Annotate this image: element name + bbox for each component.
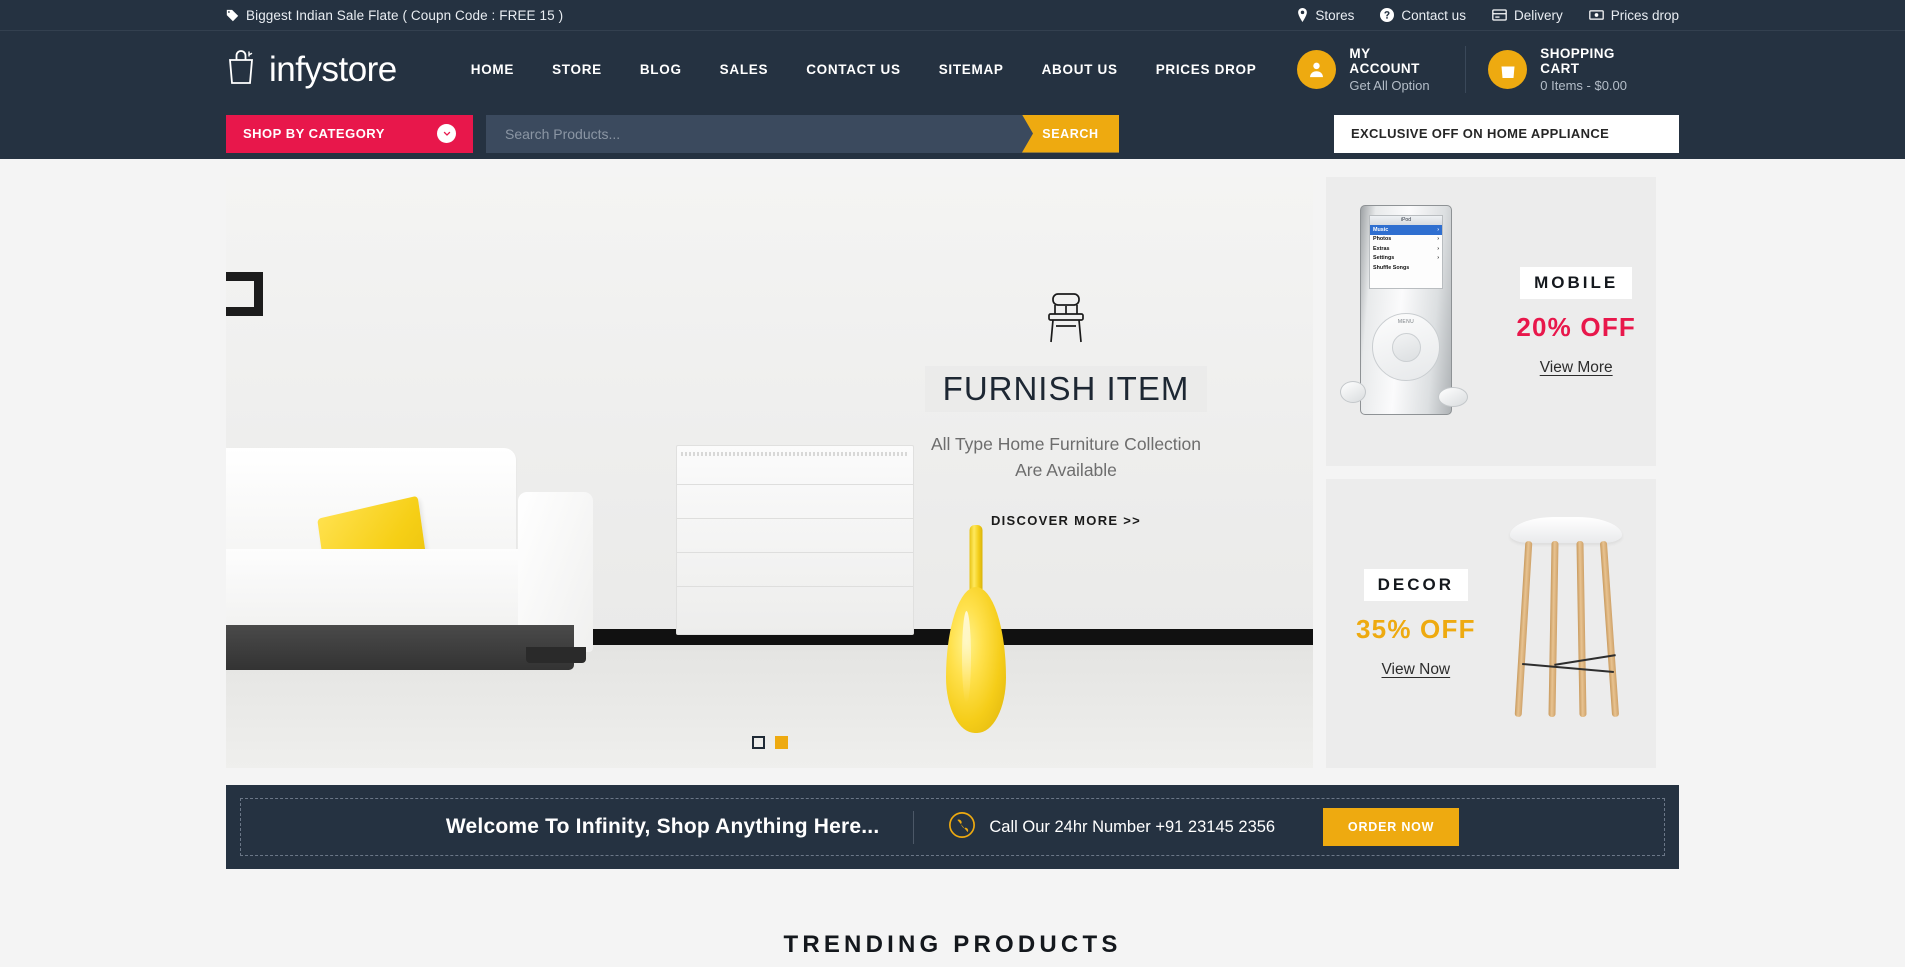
nav-item-sales[interactable]: SALES [701,62,788,77]
truck-card-icon [1492,9,1507,21]
promo-decor-tag: DECOR [1363,568,1469,601]
promo-announcement: Biggest Indian Sale Flate ( Coupn Code :… [226,8,563,23]
site-logo[interactable]: infystore [226,49,397,90]
wall-shelf-decor [226,272,263,316]
shopping-bag-icon [226,49,258,90]
my-account-subtitle: Get All Option [1349,78,1430,93]
search-input[interactable] [486,114,1119,153]
shop-by-category-button[interactable]: SHOP BY CATEGORY [226,114,473,153]
search-field-wrapper: SEARCH [486,114,1119,153]
promo-mobile-link[interactable]: View More [1516,359,1636,377]
nav-item-prices-drop[interactable]: PRICES DROP [1137,62,1276,77]
top-link-label: Contact us [1401,7,1466,23]
promo-card-mobile[interactable]: iPod Music › Photos › Extras › Settings › Sh… [1326,177,1656,466]
yellow-vase [946,525,1006,733]
call-to-action-banner: Welcome To Infinity, Shop Anything Here.… [226,785,1679,869]
slide-subtitle-line2: Are Available [1015,460,1117,481]
top-link-prices-drop[interactable]: Prices drop [1588,7,1679,23]
slider-dot-2[interactable] [774,736,788,749]
main-navigation: HOME STORE BLOG SALES CONTACT US SITEMAP… [452,62,1276,77]
search-button[interactable]: SEARCH [1022,114,1119,153]
slider-dot-1[interactable] [751,736,765,749]
nav-item-store[interactable]: STORE [533,62,621,77]
nav-item-home[interactable]: HOME [452,62,533,77]
exclusive-offer-banner[interactable]: EXCLUSIVE OFF ON HOME APPLIANCE [1334,114,1679,153]
promo-decor-discount: 35% OFF [1356,613,1476,644]
order-now-button[interactable]: ORDER NOW [1323,808,1460,846]
my-account-labels: MY ACCOUNT Get All Option [1349,46,1443,93]
promo-decor-text: DECOR 35% OFF View Now [1356,568,1476,679]
chevron-down-icon [437,124,456,143]
hero-slider[interactable]: FURNISH ITEM All Type Home Furniture Col… [226,177,1313,768]
site-header: infystore HOME STORE BLOG SALES CONTACT … [0,31,1905,108]
promo-cards-column: iPod Music › Photos › Extras › Settings › Sh… [1326,177,1656,768]
hero-section: FURNISH ITEM All Type Home Furniture Col… [226,177,1679,768]
search-bar-row: SHOP BY CATEGORY SEARCH EXCLUSIVE OFF ON… [0,108,1905,159]
top-links-group: Stores Contact us Delivery Prices drop [1297,8,1679,23]
exclusive-offer-text: EXCLUSIVE OFF ON HOME APPLIANCE [1351,126,1610,141]
slider-pagination [226,736,1313,749]
promo-mobile-text: MOBILE 20% OFF View More [1516,266,1636,377]
my-account-title: MY ACCOUNT [1349,46,1420,76]
top-utility-bar: Biggest Indian Sale Flate ( Coupn Code :… [0,0,1905,31]
price-tag-icon [1588,9,1604,21]
shopping-cart-labels: SHOPPING CART 0 Items - $0.00 [1540,46,1657,93]
nav-item-contact-us[interactable]: CONTACT US [787,62,920,77]
sofa-foot [526,647,586,663]
top-link-label: Prices drop [1610,7,1679,23]
question-circle-icon [1380,8,1395,22]
nav-item-sitemap[interactable]: SITEMAP [920,62,1023,77]
shopping-cart-subtitle: 0 Items - $0.00 [1540,78,1628,93]
sofa-base [226,625,574,670]
slide-subtitle: All Type Home Furniture Collection Are A… [866,431,1266,484]
cta-phone-group: Call Our 24hr Number +91 23145 2356 [913,810,1276,844]
logo-text: infystore [269,50,397,89]
top-link-delivery[interactable]: Delivery [1492,8,1563,23]
tag-icon [226,9,239,22]
discover-more-button[interactable]: DISCOVER MORE >> [991,513,1141,528]
promo-text: Biggest Indian Sale Flate ( Coupn Code :… [246,7,564,23]
header-widgets: MY ACCOUNT Get All Option SHOPPING CART … [1275,46,1679,93]
shopping-bag-icon [1488,50,1528,89]
cta-welcome-text: Welcome To Infinity, Shop Anything Here.… [445,815,880,838]
phone-icon [948,811,976,844]
top-link-stores[interactable]: Stores [1297,8,1354,23]
shopping-cart-title: SHOPPING CART [1540,46,1615,76]
promo-mobile-discount: 20% OFF [1516,311,1636,342]
slide-title: FURNISH ITEM [924,366,1208,412]
cta-phone-text: Call Our 24hr Number +91 23145 2356 [989,817,1276,836]
slide-subtitle-line1: All Type Home Furniture Collection [930,434,1202,454]
chair-icon [866,292,1266,344]
top-link-label: Stores [1315,7,1355,23]
top-link-label: Delivery [1513,7,1563,23]
map-pin-icon [1297,8,1308,22]
my-account-widget[interactable]: MY ACCOUNT Get All Option [1275,46,1465,93]
nav-item-about-us[interactable]: ABOUT US [1023,62,1137,77]
promo-mobile-tag: MOBILE [1520,266,1633,299]
user-icon [1297,50,1337,89]
cta-inner: Welcome To Infinity, Shop Anything Here.… [240,798,1665,856]
trending-products-heading: TRENDING PRODUCTS [783,931,1122,958]
page-content: FURNISH ITEM All Type Home Furniture Col… [0,159,1905,959]
slide-caption: FURNISH ITEM All Type Home Furniture Col… [866,292,1266,530]
promo-decor-link[interactable]: View Now [1356,661,1476,679]
nav-item-blog[interactable]: BLOG [621,62,701,77]
promo-card-decor[interactable]: DECOR 35% OFF View Now [1326,479,1656,768]
ipod-nano-image: iPod Music › Photos › Extras › Settings › Sh… [1340,205,1468,415]
shopping-cart-widget[interactable]: SHOPPING CART 0 Items - $0.00 [1465,46,1679,93]
shop-by-category-label: SHOP BY CATEGORY [243,126,385,141]
top-link-contact-us[interactable]: Contact us [1380,8,1466,23]
bar-stool-image [1502,517,1630,729]
